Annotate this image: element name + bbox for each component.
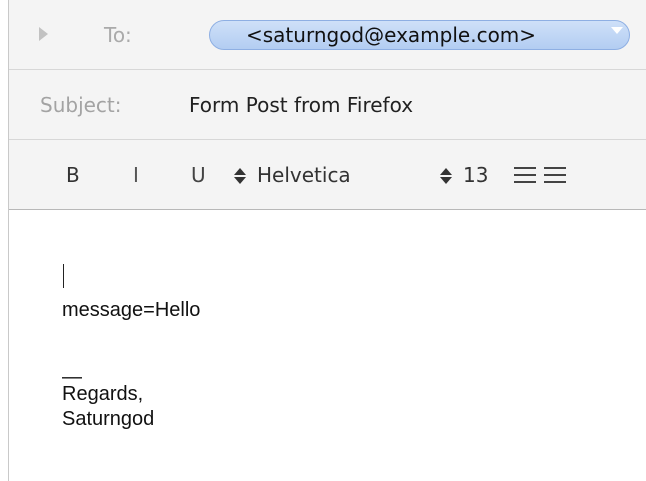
message-body[interactable] (9, 210, 646, 481)
signature-regards: Regards, (62, 383, 144, 405)
signature-name: Saturngod (62, 408, 155, 430)
align-center-icon[interactable] (544, 167, 566, 183)
chevron-down-icon[interactable] (611, 27, 623, 34)
align-left-icon[interactable] (514, 167, 536, 183)
subject-label: Subject: (40, 93, 122, 117)
bold-button[interactable]: B (66, 162, 80, 188)
underline-button[interactable]: U (191, 162, 206, 188)
to-row: To: <saturngod@example.com> (9, 0, 646, 70)
chevron-stepper-icon (233, 167, 247, 185)
subject-row: Subject: Form Post from Firefox (9, 70, 646, 140)
recipient-token[interactable]: <saturngod@example.com> (209, 20, 630, 50)
subject-field[interactable]: Form Post from Firefox (189, 92, 413, 118)
to-label: To: (104, 23, 132, 47)
message-text: message=Hello (62, 299, 201, 321)
font-family-select[interactable]: Helvetica (233, 162, 351, 188)
chevron-stepper-icon (439, 167, 453, 185)
compose-header: To: <saturngod@example.com> Subject: For… (9, 0, 646, 210)
format-bar: B I U Helvetica 13 (9, 140, 646, 210)
font-family-value: Helvetica (257, 163, 351, 187)
font-size-select[interactable]: 13 (439, 162, 488, 188)
font-size-value: 13 (463, 163, 489, 187)
disclosure-triangle-icon[interactable] (39, 27, 48, 41)
recipient-address: <saturngod@example.com> (246, 23, 537, 47)
text-caret (63, 264, 64, 288)
italic-button[interactable]: I (133, 162, 139, 188)
